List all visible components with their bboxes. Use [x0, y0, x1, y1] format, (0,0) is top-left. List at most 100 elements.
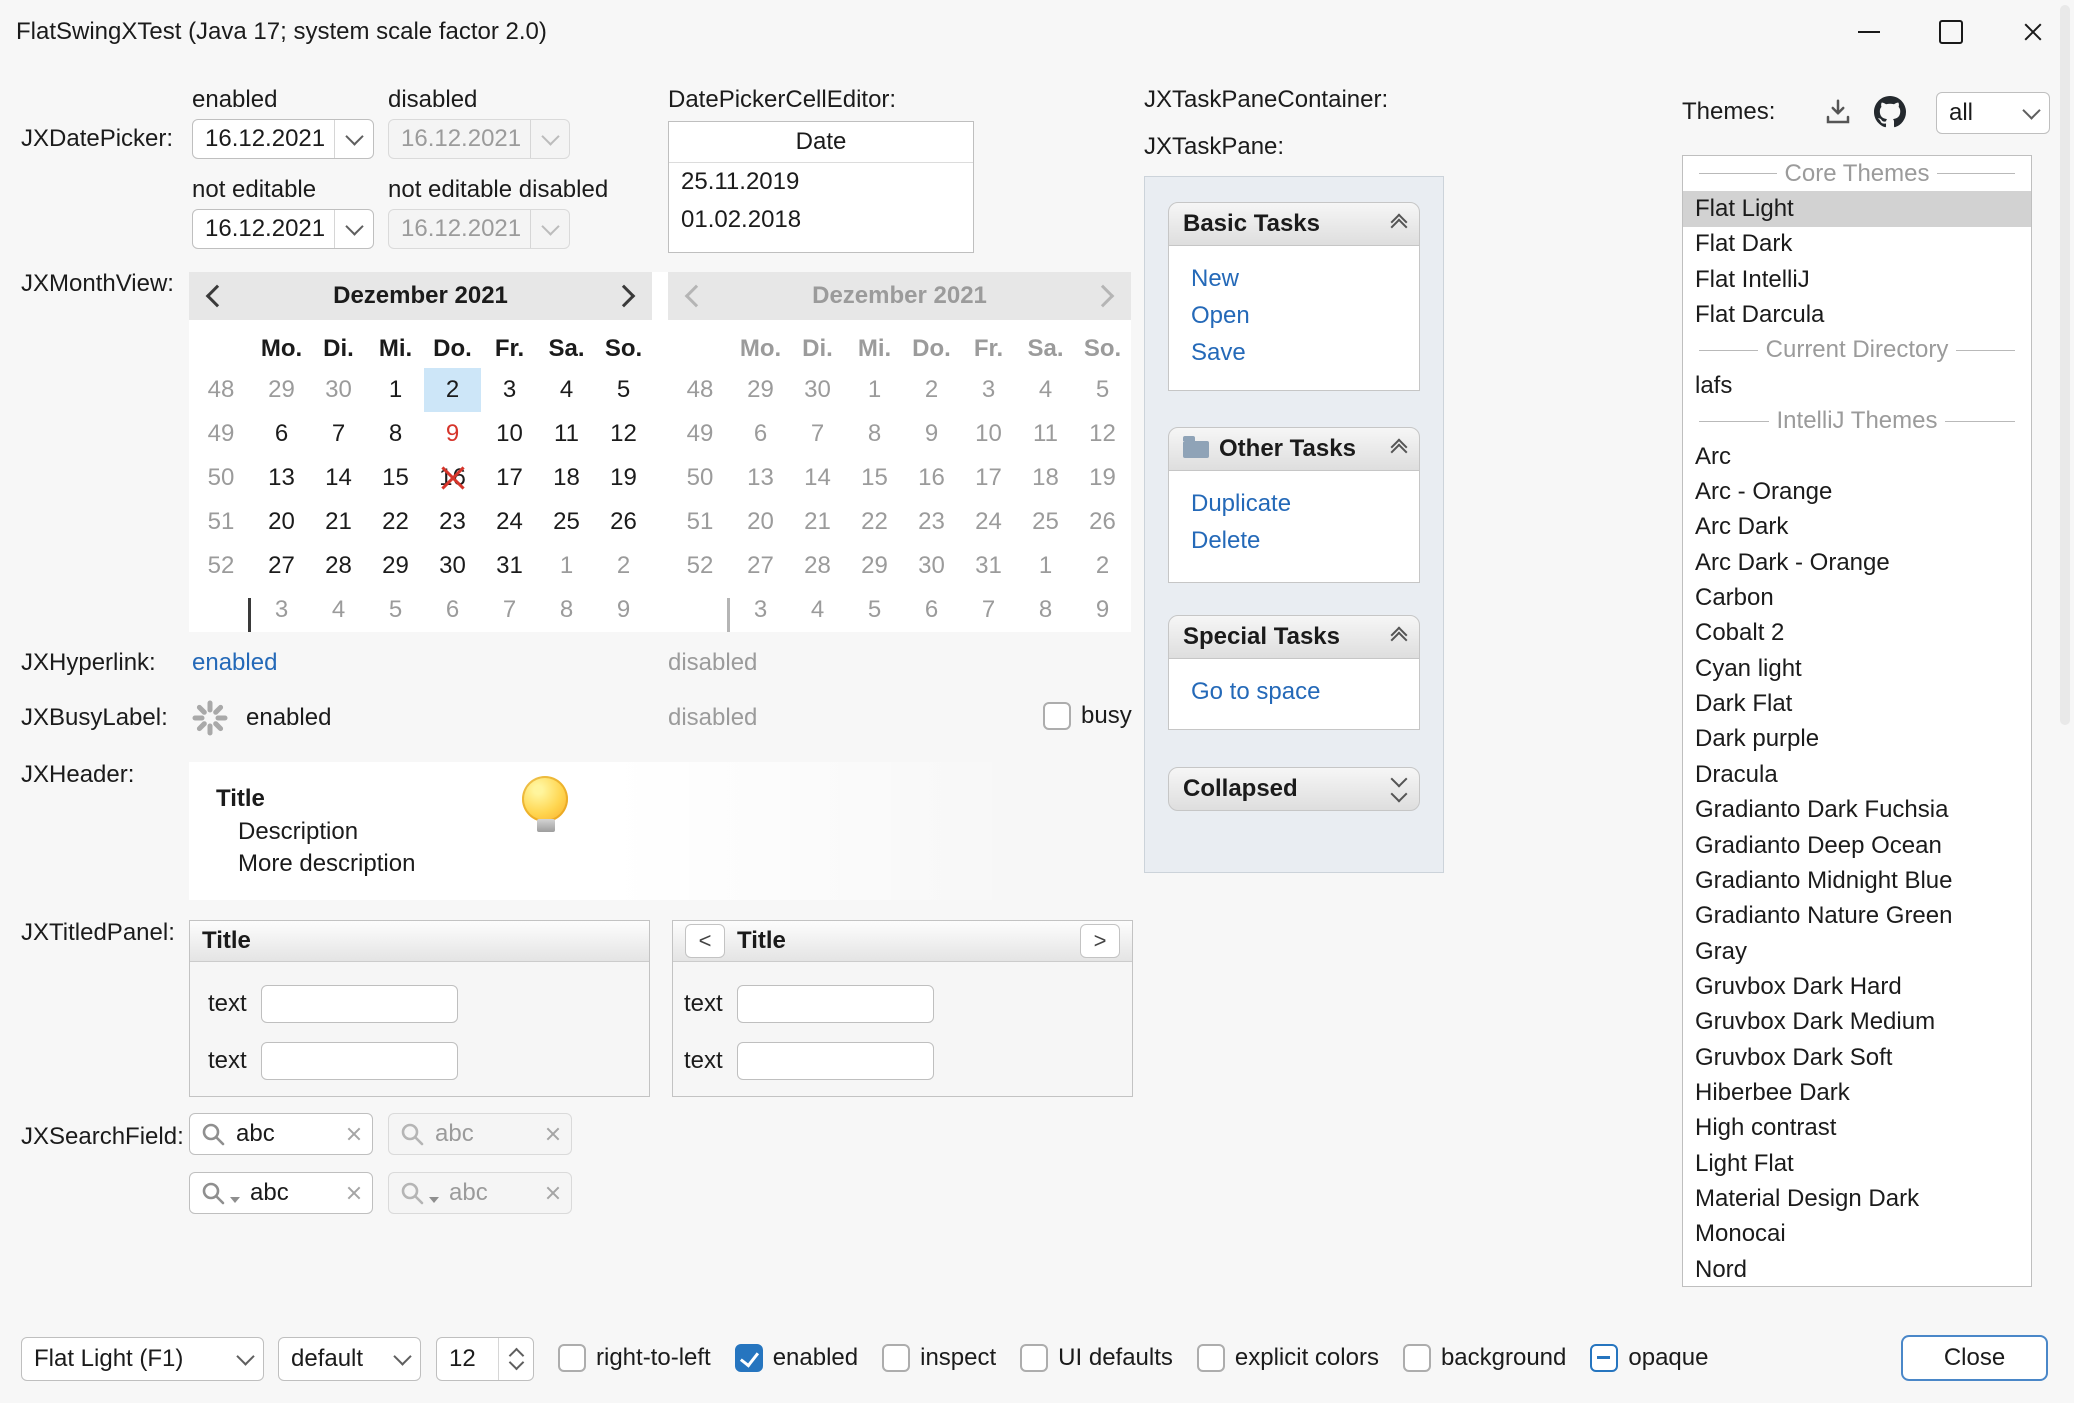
calendar-day[interactable]: 30: [424, 544, 481, 588]
theme-item[interactable]: Monocai: [1683, 1217, 2031, 1252]
laf-combo[interactable]: Flat Light (F1): [21, 1337, 264, 1381]
theme-item[interactable]: Gradianto Deep Ocean: [1683, 828, 2031, 863]
search-menu-icon[interactable]: [200, 1180, 226, 1206]
calendar-day[interactable]: 4: [538, 368, 595, 412]
theme-item[interactable]: Dark Flat: [1683, 686, 2031, 721]
taskpane-header-collapsed[interactable]: Collapsed: [1168, 767, 1420, 811]
collapse-icon[interactable]: [1393, 441, 1405, 458]
font-size-spinner[interactable]: 12: [436, 1337, 534, 1381]
search-input[interactable]: [234, 1119, 338, 1149]
option-checkbox[interactable]: enabled: [735, 1344, 858, 1372]
table-row[interactable]: 01.02.2018: [669, 201, 973, 239]
collapse-icon[interactable]: [1393, 629, 1405, 646]
option-checkbox[interactable]: background: [1403, 1344, 1566, 1372]
theme-item[interactable]: Arc: [1683, 439, 2031, 474]
clear-icon[interactable]: [346, 1185, 362, 1201]
datepicker-dropdown-button[interactable]: [334, 210, 373, 248]
checkbox-box[interactable]: [1043, 702, 1071, 730]
calendar-day[interactable]: 2: [424, 368, 481, 412]
checkbox-box[interactable]: [1590, 1344, 1618, 1372]
datepicker-value[interactable]: 16.12.2021: [193, 125, 334, 153]
search-input[interactable]: [248, 1178, 338, 1208]
text-input[interactable]: [737, 1042, 934, 1080]
font-combo[interactable]: default: [278, 1337, 421, 1381]
minimize-button[interactable]: [1828, 0, 1910, 63]
calendar-day[interactable]: 7: [310, 412, 367, 456]
theme-item[interactable]: Dark purple: [1683, 722, 2031, 757]
option-checkbox[interactable]: right-to-left: [558, 1344, 711, 1372]
calendar-day[interactable]: 11: [538, 412, 595, 456]
panel-left-button[interactable]: <: [685, 924, 725, 958]
busy-checkbox[interactable]: busy: [1043, 702, 1132, 730]
text-input[interactable]: [261, 985, 458, 1023]
calendar-day[interactable]: 9: [424, 412, 481, 456]
calendar-day[interactable]: 7: [481, 588, 538, 632]
theme-item[interactable]: Gray: [1683, 934, 2031, 969]
calendar-day[interactable]: 22: [367, 500, 424, 544]
calendar-day[interactable]: 3: [253, 588, 310, 632]
hyperlink-enabled[interactable]: enabled: [192, 649, 277, 677]
theme-item[interactable]: Cyan light: [1683, 651, 2031, 686]
task-link[interactable]: Save: [1191, 336, 1419, 370]
next-month-icon[interactable]: [613, 285, 636, 308]
close-button[interactable]: Close: [1901, 1335, 2048, 1381]
task-link[interactable]: Go to space: [1191, 675, 1419, 709]
text-input[interactable]: [737, 985, 934, 1023]
calendar-day[interactable]: 27: [253, 544, 310, 588]
search-menu-arrow-icon[interactable]: [230, 1197, 240, 1203]
calendar-day[interactable]: 3: [481, 368, 538, 412]
theme-item[interactable]: Gradianto Midnight Blue: [1683, 863, 2031, 898]
theme-item[interactable]: Flat Light: [1683, 191, 2031, 226]
collapse-icon[interactable]: [1393, 216, 1405, 233]
calendar-day[interactable]: 1: [367, 368, 424, 412]
calendar-day[interactable]: 13: [253, 456, 310, 500]
calendar-day[interactable]: 9: [595, 588, 652, 632]
option-checkbox[interactable]: UI defaults: [1020, 1344, 1173, 1372]
themes-filter-combo[interactable]: all: [1936, 92, 2050, 134]
theme-item[interactable]: Material Design Dark: [1683, 1181, 2031, 1216]
calendar-day[interactable]: 29: [367, 544, 424, 588]
theme-item[interactable]: Flat Dark: [1683, 227, 2031, 262]
spinner-buttons[interactable]: [498, 1338, 533, 1380]
calendar-day[interactable]: 1: [538, 544, 595, 588]
calendar-day[interactable]: 25: [538, 500, 595, 544]
calendar-day[interactable]: 23: [424, 500, 481, 544]
option-checkbox[interactable]: opaque: [1590, 1344, 1708, 1372]
calendar-day[interactable]: 4: [310, 588, 367, 632]
theme-item[interactable]: Gradianto Dark Fuchsia: [1683, 792, 2031, 827]
calendar-day[interactable]: 14: [310, 456, 367, 500]
task-link[interactable]: Delete: [1191, 524, 1419, 558]
search-field-with-menu[interactable]: [189, 1172, 373, 1214]
theme-item[interactable]: Hiberbee Dark: [1683, 1075, 2031, 1110]
theme-item[interactable]: High contrast: [1683, 1111, 2031, 1146]
calendar-day[interactable]: 28: [310, 544, 367, 588]
panel-right-button[interactable]: >: [1080, 924, 1120, 958]
table-column-header[interactable]: Date: [669, 122, 973, 163]
datepicker-enabled[interactable]: 16.12.2021: [192, 119, 374, 159]
text-input[interactable]: [261, 1042, 458, 1080]
github-button[interactable]: [1872, 94, 1908, 130]
calendar-day[interactable]: 17: [481, 456, 538, 500]
calendar-day[interactable]: 16: [424, 456, 481, 500]
calendar-day[interactable]: 29: [253, 368, 310, 412]
theme-item[interactable]: Arc Dark: [1683, 510, 2031, 545]
checkbox-box[interactable]: [1020, 1344, 1048, 1372]
theme-item[interactable]: Flat Darcula: [1683, 297, 2031, 332]
theme-item[interactable]: Cobalt 2: [1683, 616, 2031, 651]
calendar-day[interactable]: 18: [538, 456, 595, 500]
datepicker-dropdown-button[interactable]: [334, 120, 373, 158]
datepicker-not-editable[interactable]: 16.12.2021: [192, 209, 374, 249]
theme-item[interactable]: Gradianto Nature Green: [1683, 899, 2031, 934]
option-checkbox[interactable]: inspect: [882, 1344, 996, 1372]
taskpane-header-basic[interactable]: Basic Tasks: [1168, 202, 1420, 246]
font-size-value[interactable]: 12: [437, 1345, 498, 1373]
search-field-enabled[interactable]: [189, 1113, 373, 1155]
calendar-day[interactable]: 8: [538, 588, 595, 632]
calendar-day[interactable]: 19: [595, 456, 652, 500]
calendar-day[interactable]: 8: [367, 412, 424, 456]
checkbox-box[interactable]: [735, 1344, 763, 1372]
theme-item[interactable]: Light Flat: [1683, 1146, 2031, 1181]
expand-icon[interactable]: [1393, 779, 1405, 800]
checkbox-box[interactable]: [1197, 1344, 1225, 1372]
theme-item[interactable]: Flat IntelliJ: [1683, 262, 2031, 297]
